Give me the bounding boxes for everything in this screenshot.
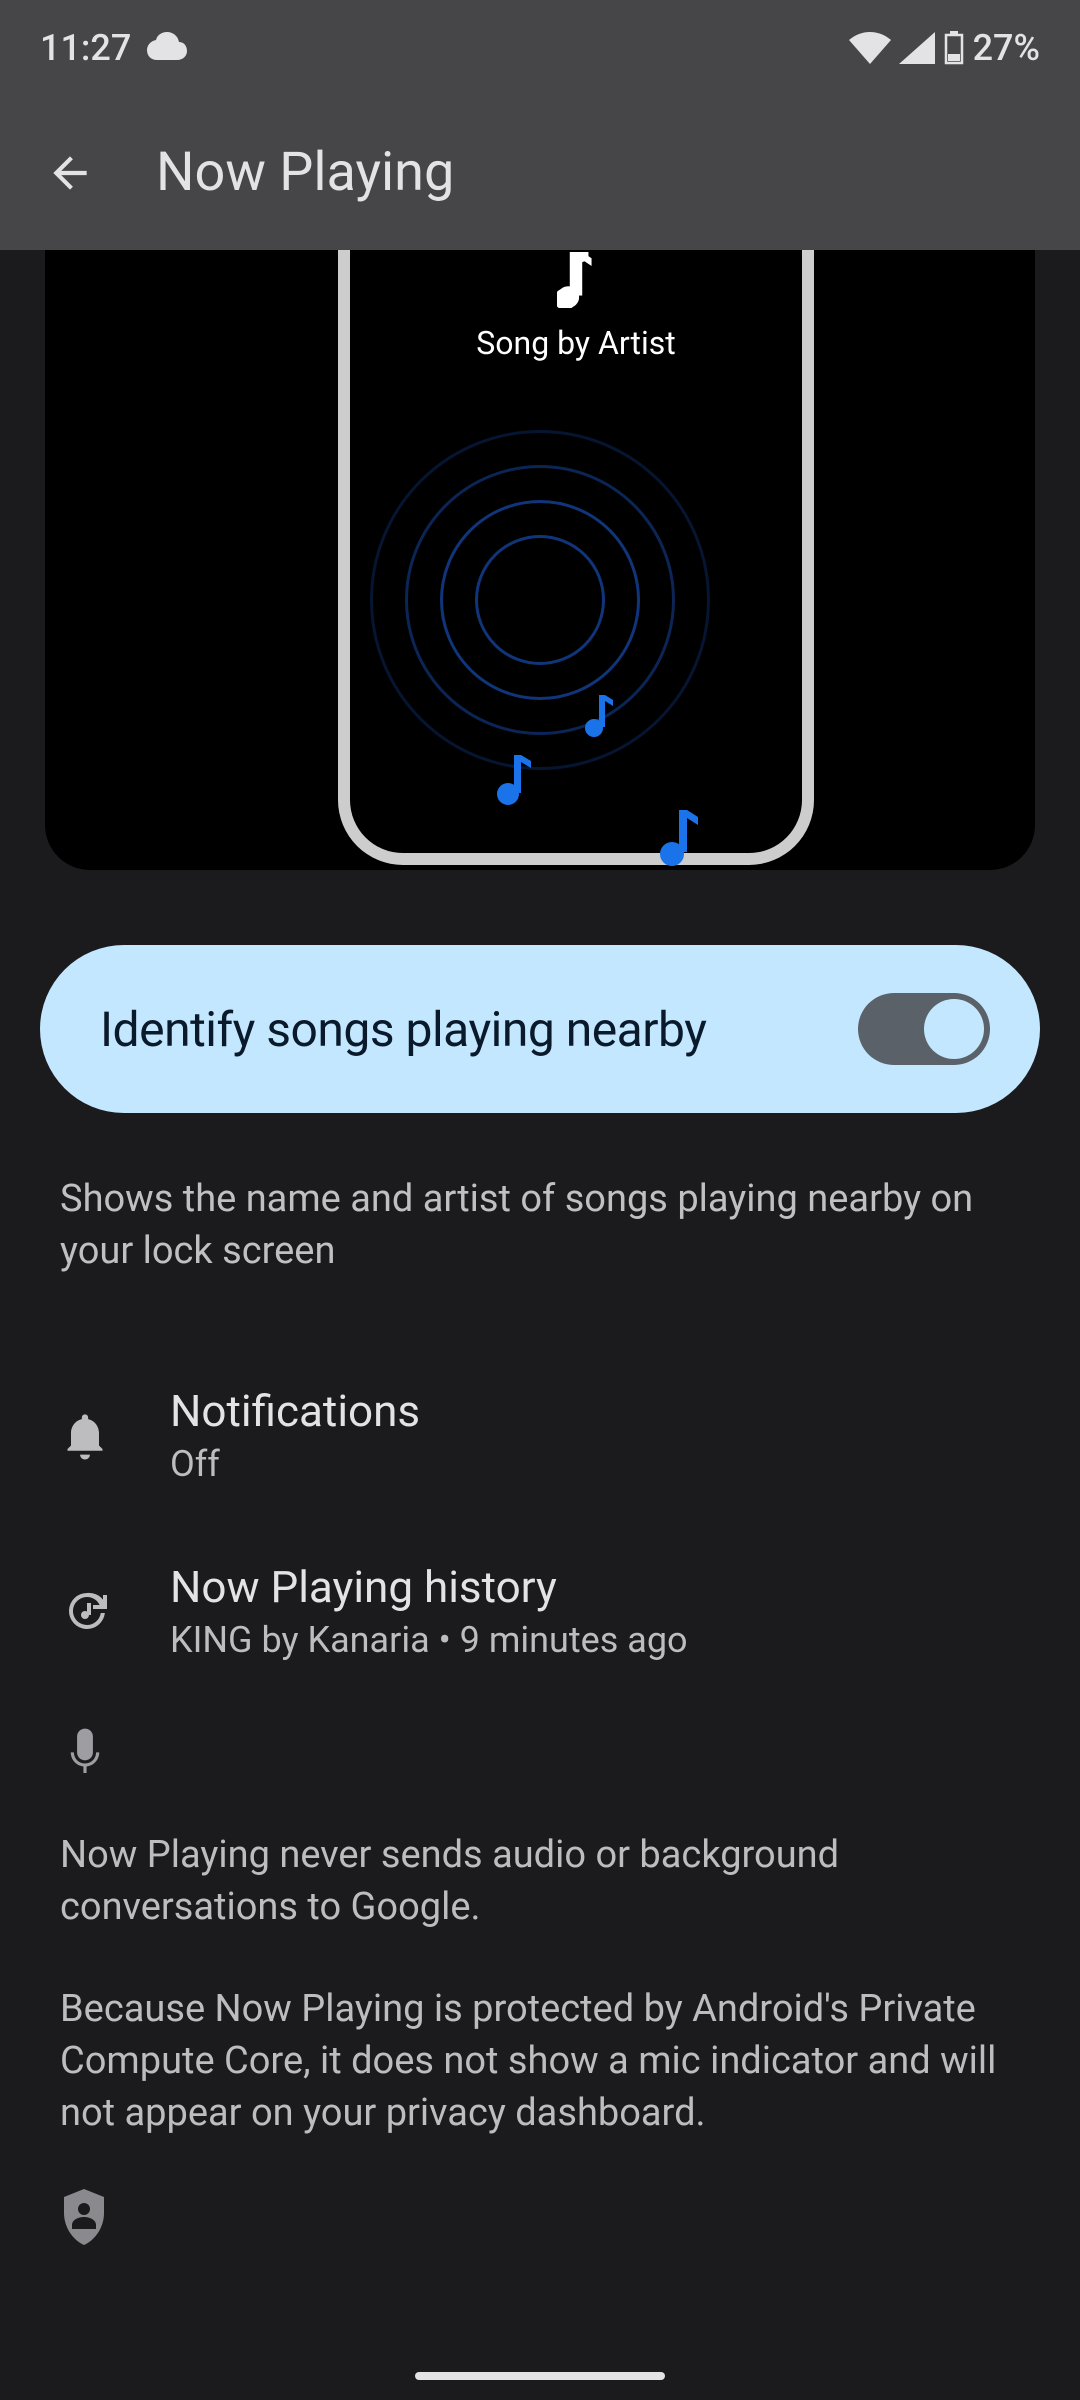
page-title: Now Playing (156, 141, 454, 204)
history-item[interactable]: Now Playing history KING by Kanaria • 9 … (0, 1523, 1080, 1699)
music-note-icon (585, 695, 615, 741)
history-icon (60, 1586, 110, 1636)
identify-songs-toggle-row[interactable]: Identify songs playing nearby (40, 945, 1040, 1113)
music-note-icon (497, 755, 533, 809)
status-left: 11:27 (40, 27, 187, 69)
mic-icon (60, 1729, 110, 1779)
notifications-title: Notifications (170, 1385, 420, 1437)
signal-icon (899, 32, 935, 64)
phone-frame: Song by Artist (338, 250, 814, 865)
bell-icon (60, 1410, 110, 1460)
battery-icon (943, 31, 965, 65)
privacy-p2: Because Now Playing is protected by Andr… (60, 1983, 1020, 2139)
switch-thumb (924, 999, 984, 1059)
status-bar: 11:27 27% (0, 0, 1080, 95)
identify-songs-switch[interactable] (858, 993, 990, 1065)
history-subtitle: KING by Kanaria • 9 minutes ago (170, 1619, 688, 1661)
status-time: 11:27 (40, 27, 131, 69)
navigation-bar[interactable] (415, 2372, 665, 2380)
battery-percent: 27% (973, 27, 1040, 69)
notifications-item[interactable]: Notifications Off (0, 1347, 1080, 1523)
privacy-text: Now Playing never sends audio or backgro… (60, 1829, 1020, 2139)
app-bar: Now Playing (0, 95, 1080, 250)
mic-indicator-row (0, 1699, 1080, 1799)
notifications-subtitle: Off (170, 1443, 420, 1485)
back-button[interactable] (40, 143, 100, 203)
identify-songs-description: Shows the name and artist of songs playi… (60, 1173, 1020, 1277)
music-note-icon (660, 810, 700, 870)
identify-songs-label: Identify songs playing nearby (100, 1001, 828, 1058)
cloud-icon (147, 27, 187, 69)
privacy-shield-row[interactable] (0, 2139, 1080, 2299)
music-note-icon (557, 252, 595, 312)
status-right: 27% (849, 27, 1040, 69)
settings-list: Notifications Off Now Playing history KI… (0, 1347, 1080, 1799)
shield-icon (60, 2230, 108, 2249)
privacy-p1: Now Playing never sends audio or backgro… (60, 1829, 1020, 1933)
history-title: Now Playing history (170, 1561, 688, 1613)
illustration-song-label: Song by Artist (350, 324, 802, 362)
illustration: Song by Artist (45, 250, 1035, 870)
wifi-icon (849, 32, 891, 64)
